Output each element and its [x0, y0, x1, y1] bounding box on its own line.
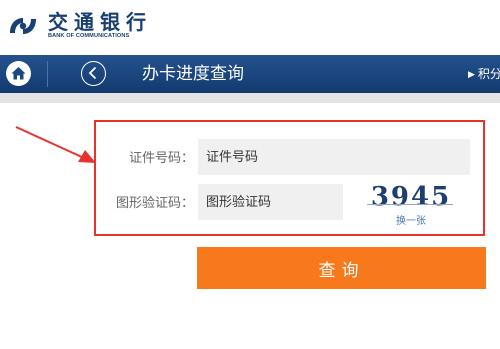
captcha-label: 图形验证码：: [115, 196, 194, 211]
id-number-input[interactable]: [198, 139, 470, 175]
query-form: 证件号码： 图形验证码： 3945 换一张: [94, 120, 485, 236]
captcha-noise-line: [367, 204, 453, 205]
captcha-input[interactable]: [198, 184, 343, 220]
captcha-image[interactable]: 3945 换一张: [351, 182, 471, 228]
captcha-code: 3945: [370, 182, 452, 212]
id-number-label: 证件号码：: [128, 151, 194, 166]
submit-button[interactable]: 查询: [197, 247, 486, 289]
captcha-refresh-link[interactable]: 换一张: [351, 212, 471, 227]
